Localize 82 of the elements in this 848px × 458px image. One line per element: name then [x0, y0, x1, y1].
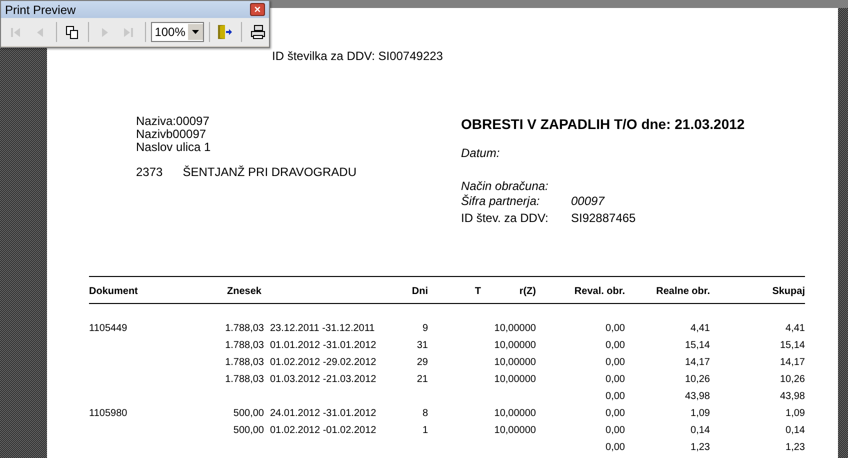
address-line: Naslov ulica 1 [136, 141, 212, 154]
interest-cell-text: 10,26 [684, 374, 710, 387]
period-cell-text: 01.03.2012 -21.03.2012 [269, 374, 378, 387]
amount-cell-text: 500,00 [232, 408, 264, 421]
column-header: Dni [410, 286, 428, 297]
reval-cell-text: 0,00 [604, 391, 625, 404]
vat-value: SI92887465 [571, 210, 636, 227]
reval-cell-text: 0,00 [604, 425, 625, 438]
days-cell-text: 1 [421, 425, 428, 438]
total-cell-text: 4,41 [784, 323, 805, 336]
column-header: Znesek [226, 286, 262, 297]
reval-cell-text: 0,00 [604, 374, 625, 387]
date-label: Datum: [461, 147, 501, 160]
interest-cell-text: 4,41 [690, 323, 710, 336]
amount-cell-text: 1.788,03 [224, 340, 264, 353]
total-cell-text: 1,09 [784, 408, 805, 421]
exit-door-icon [217, 24, 234, 40]
document-cell-text: 1105980 [89, 408, 128, 421]
period-cell-text: 01.02.2012 -01.02.2012 [269, 425, 378, 438]
column-header: Realne obr. [655, 286, 710, 297]
interest-cell-text: 1,09 [690, 408, 710, 421]
post-code: 2373 [136, 166, 163, 179]
rate-cell-text: 10,00000 [493, 408, 536, 421]
days-cell-text: 31 [416, 340, 428, 353]
city-name: ŠENTJANŽ PRI DRAVOGRADU [182, 166, 356, 179]
rate-cell-text: 10,00000 [493, 340, 536, 353]
total-cell-text: 1,23 [784, 442, 805, 455]
total-cell-text: 10,26 [778, 374, 805, 387]
method-label: Način obračuna: [461, 180, 550, 193]
days-cell-text: 8 [421, 408, 428, 421]
document-cell-text: 1105449 [89, 323, 128, 336]
period-cell-text: 01.01.2012 -31.01.2012 [269, 340, 378, 353]
address-line: Naziva:00097 [136, 115, 210, 128]
rate-cell-text: 10,00000 [493, 357, 536, 370]
reval-cell-text: 0,00 [604, 340, 625, 353]
column-header: Reval. obr. [573, 286, 625, 297]
reval-cell-text: 0,00 [604, 323, 625, 336]
total-cell-text: 43,98 [778, 391, 805, 404]
total-cell-text: 0,14 [784, 425, 805, 438]
interest-cell-text: 0,14 [690, 425, 710, 438]
partner-label: Šifra partnerja: [461, 193, 541, 210]
period-cell-text: 23.12.2011 -31.12.2011 [269, 323, 376, 336]
period-cell-text: 01.02.2012 -29.02.2012 [269, 357, 378, 370]
interest-cell-text: 14,17 [684, 357, 710, 370]
days-cell-text: 9 [421, 323, 428, 336]
printer-icon [250, 24, 266, 40]
amount-cell-text: 1.788,03 [224, 357, 264, 370]
window-title: Print Preview [5, 2, 76, 16]
partner-value: 00097 [571, 193, 604, 210]
total-cell-text: 14,17 [778, 357, 805, 370]
amount-cell-text: 1.788,03 [224, 323, 264, 336]
reval-cell-text: 0,00 [604, 408, 625, 421]
column-header: Skupaj [771, 286, 805, 297]
rate-cell-text: 10,00000 [493, 323, 536, 336]
vat-id-line: ID številka za DDV: SI00749223 [271, 49, 444, 63]
amount-cell-text: 1.788,03 [224, 374, 264, 387]
column-header: T [474, 286, 482, 297]
period-cell-text: 24.01.2012 -31.01.2012 [269, 408, 378, 421]
first-page-icon [10, 26, 22, 38]
reval-cell-text: 0,00 [604, 442, 625, 455]
previous-page-icon [36, 26, 44, 38]
vat-label: ID štev. za DDV: [461, 210, 550, 227]
address-line: Nazivb00097 [136, 128, 208, 141]
next-page-icon [101, 26, 110, 38]
zoom-dropdown[interactable]: 100% [150, 22, 204, 42]
column-header: Dokument [89, 286, 139, 297]
rate-cell-text: 10,00000 [493, 425, 536, 438]
interest-cell-text: 15,14 [684, 340, 710, 353]
report-title: OBRESTI V ZAPADLIH T/O dne: 21.03.2012 [461, 116, 745, 133]
interest-cell-text: 43,98 [684, 391, 710, 404]
days-cell-text: 21 [416, 374, 428, 387]
pages-icon [66, 26, 79, 38]
rate-cell-text: 10,00000 [493, 374, 536, 387]
reval-cell-text: 0,00 [604, 357, 625, 370]
amount-cell-text: 500,00 [232, 425, 264, 438]
column-header: r(Z) [518, 286, 536, 297]
last-page-icon [123, 26, 134, 38]
dropdown-arrow-icon [192, 30, 199, 34]
total-cell-text: 15,14 [778, 340, 805, 353]
days-cell-text: 29 [416, 357, 428, 370]
close-button[interactable]: × [250, 3, 265, 16]
interest-cell-text: 1,23 [690, 442, 710, 455]
